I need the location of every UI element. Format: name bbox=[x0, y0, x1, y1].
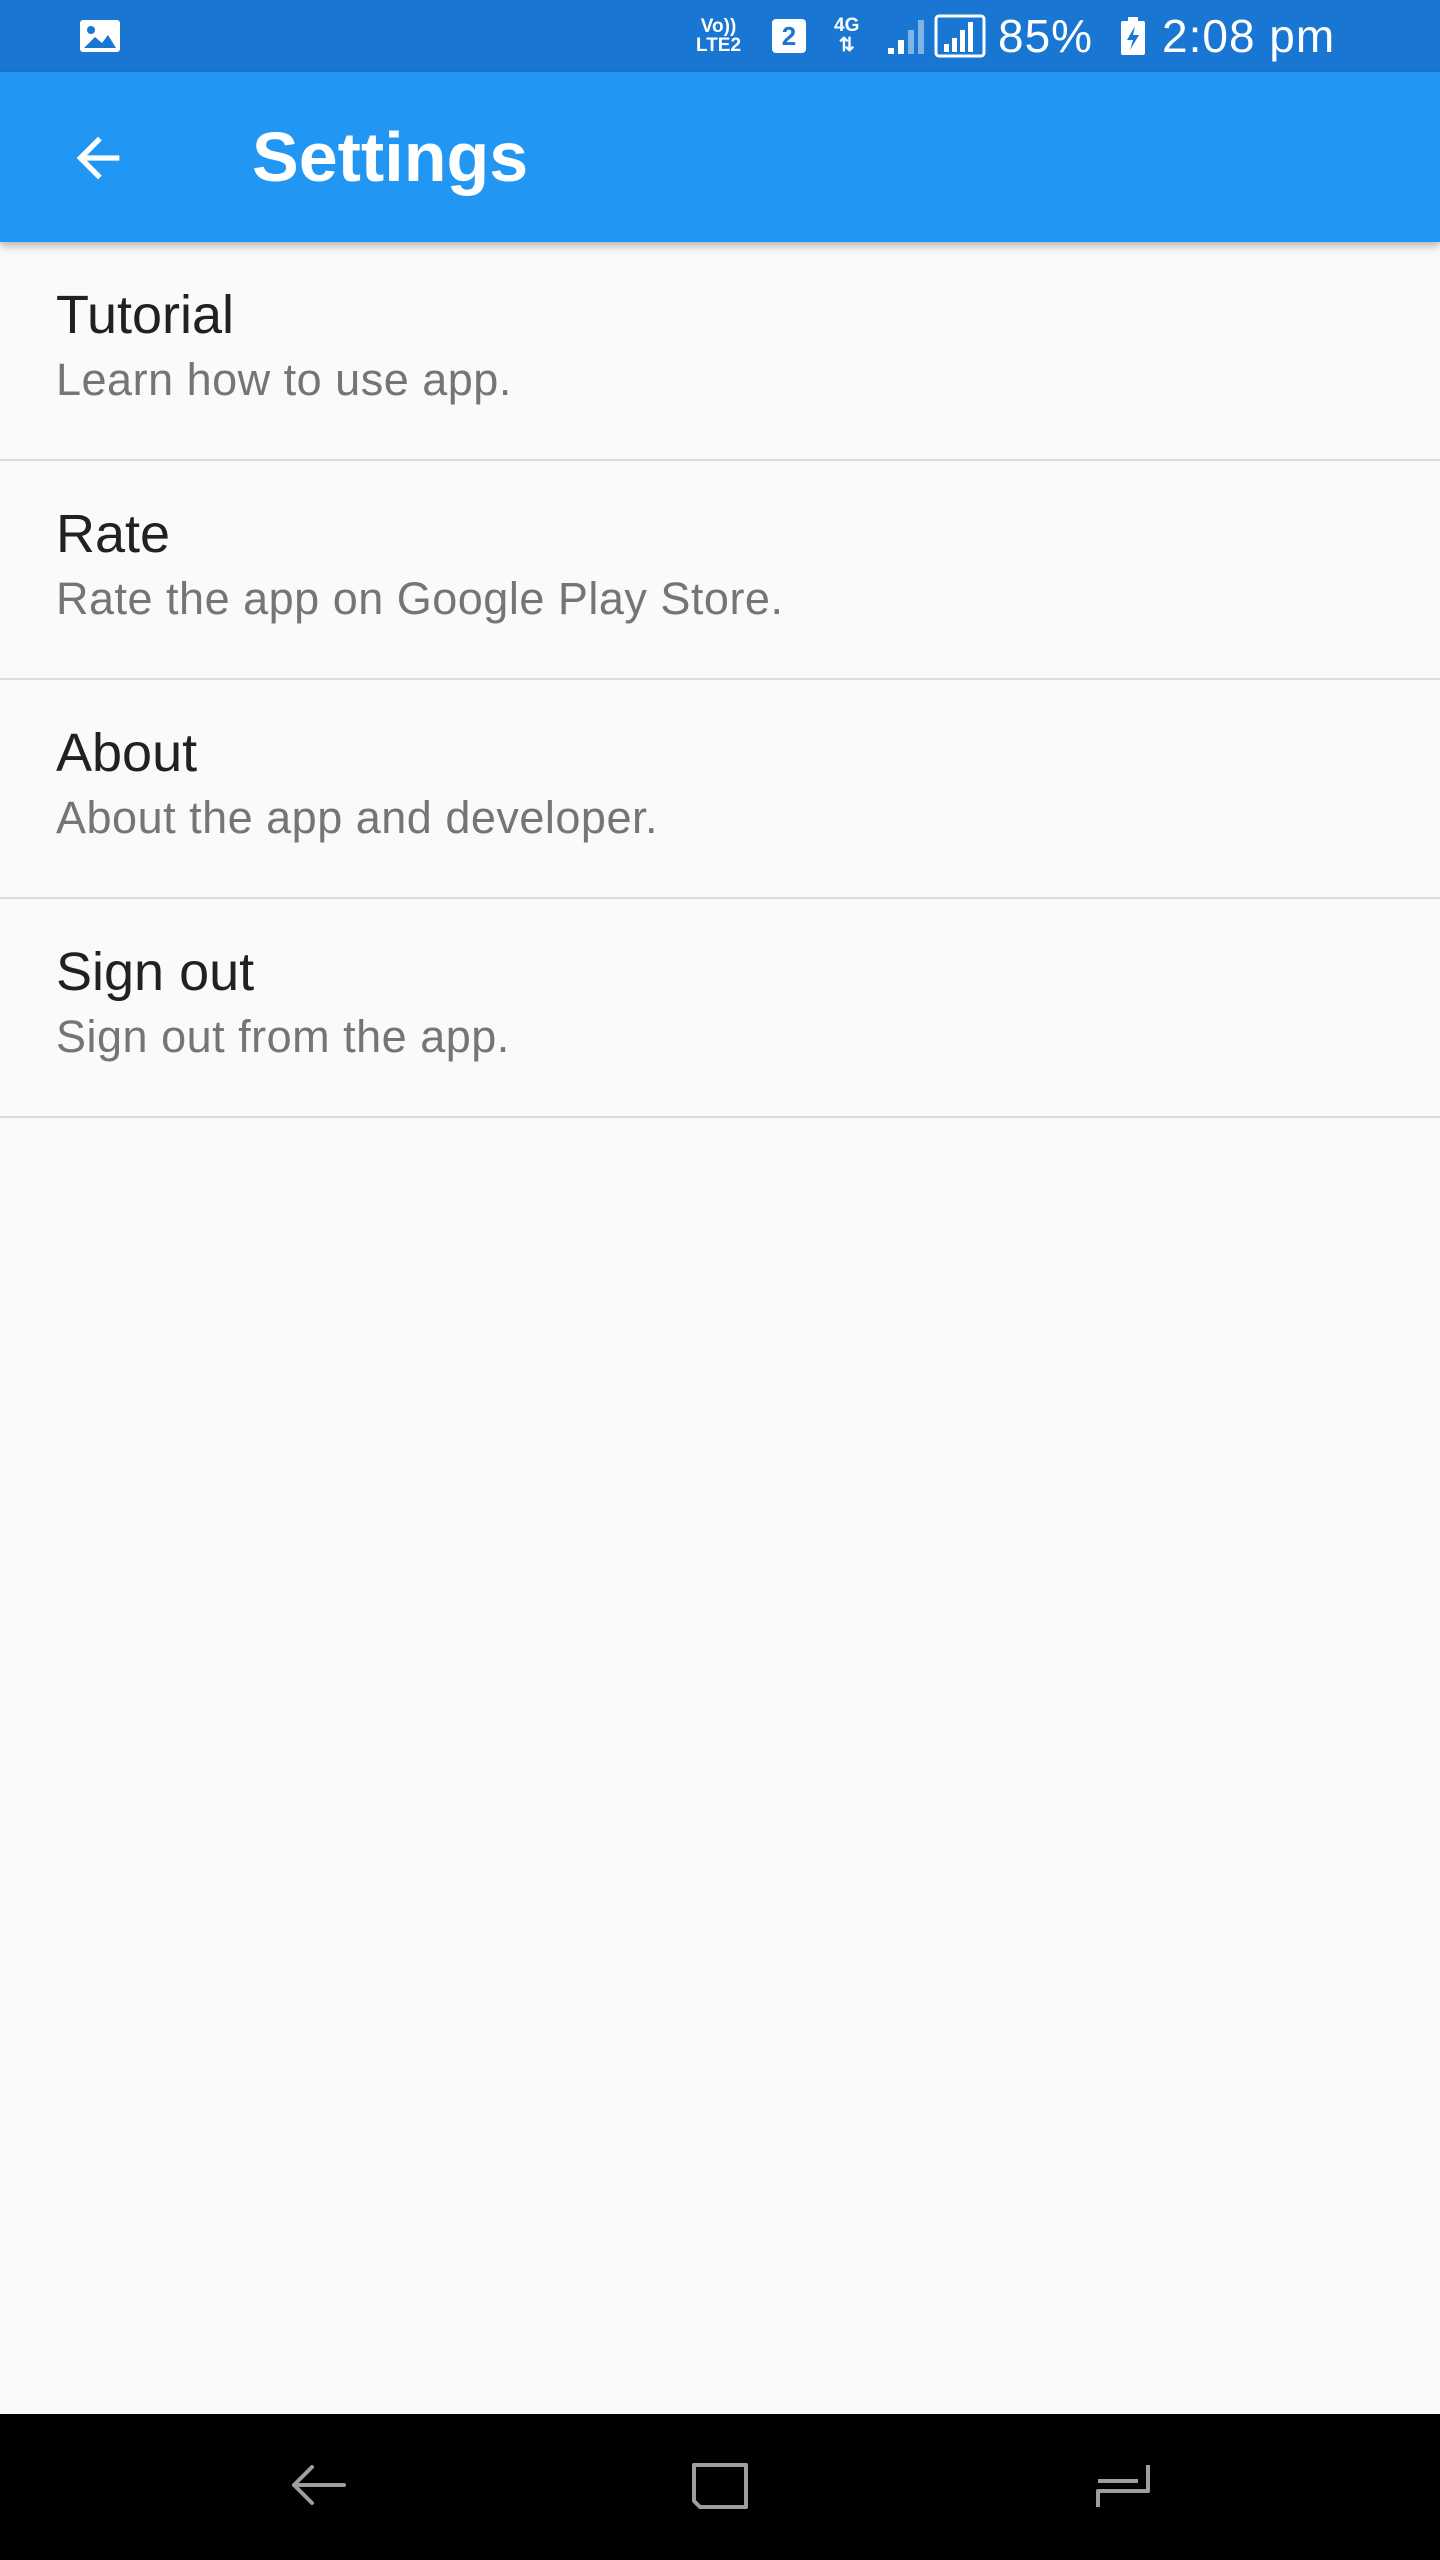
nav-back-icon bbox=[286, 2457, 350, 2518]
volte-indicator: Vo)) LTE2 bbox=[696, 0, 741, 72]
settings-item-title: Rate bbox=[56, 504, 171, 564]
settings-item-rate[interactable]: Rate Rate the app on Google Play Store. bbox=[0, 461, 1440, 680]
network-type-label: 4G bbox=[834, 15, 860, 36]
back-button[interactable] bbox=[50, 112, 146, 208]
nav-recents-button[interactable] bbox=[1044, 2414, 1204, 2560]
signal-icon bbox=[934, 0, 986, 72]
settings-item-subtitle: Rate the app on Google Play Store. bbox=[56, 573, 784, 624]
status-time: 2:08 pm bbox=[1162, 10, 1336, 62]
sim-slot-label: 2 bbox=[772, 19, 806, 53]
network-arrows-icon: ⇅ bbox=[838, 35, 855, 56]
nav-back-button[interactable] bbox=[238, 2414, 398, 2560]
settings-list: Tutorial Learn how to use app. Rate Rate… bbox=[0, 242, 1440, 1118]
settings-item-subtitle: Sign out from the app. bbox=[56, 1011, 510, 1062]
network-type-indicator: 4G ⇅ bbox=[834, 0, 859, 72]
settings-item-about[interactable]: About About the app and developer. bbox=[0, 680, 1440, 899]
settings-item-tutorial[interactable]: Tutorial Learn how to use app. bbox=[0, 242, 1440, 461]
status-bar: Vo)) LTE2 2 4G ⇅ 85% 2:08 pm bbox=[0, 0, 1440, 72]
battery-percent: 85% bbox=[998, 10, 1094, 62]
nav-home-icon bbox=[688, 2457, 752, 2518]
volte-bottom-label: LTE2 bbox=[696, 35, 742, 56]
nav-home-button[interactable] bbox=[640, 2414, 800, 2560]
settings-item-title: Tutorial bbox=[56, 285, 235, 345]
settings-item-sign-out[interactable]: Sign out Sign out from the app. bbox=[0, 899, 1440, 1118]
sim-icon: 2 bbox=[772, 0, 806, 72]
battery-charging-icon bbox=[1120, 0, 1146, 72]
navigation-bar bbox=[0, 2414, 1440, 2560]
volte-top-label: Vo)) bbox=[700, 16, 737, 37]
settings-item-title: Sign out bbox=[56, 942, 255, 1002]
nav-recents-icon bbox=[1092, 2457, 1156, 2518]
app-bar: Settings bbox=[0, 72, 1440, 242]
page-title: Settings bbox=[252, 118, 529, 196]
settings-item-title: About bbox=[56, 723, 198, 783]
settings-item-subtitle: Learn how to use app. bbox=[56, 354, 512, 405]
gallery-icon bbox=[78, 0, 122, 72]
arrow-back-icon bbox=[66, 126, 130, 195]
settings-item-subtitle: About the app and developer. bbox=[56, 792, 658, 843]
signal-icon bbox=[886, 0, 930, 72]
